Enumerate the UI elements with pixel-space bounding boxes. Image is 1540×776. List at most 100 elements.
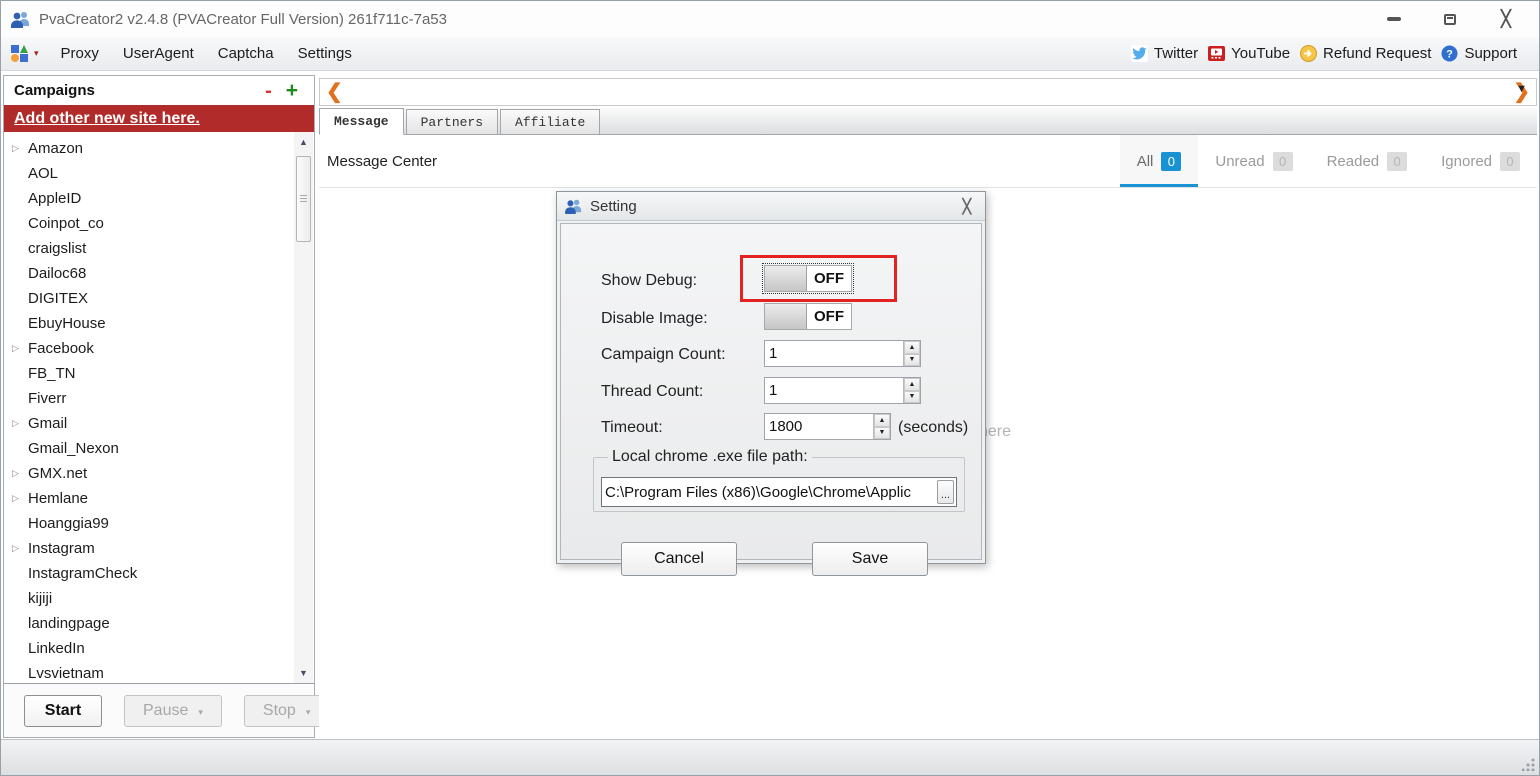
campaign-item-appleid[interactable]: ▷AppleID <box>4 186 294 211</box>
spin-up-icon[interactable]: ▲ <box>904 341 920 354</box>
campaign-list-scrollbar[interactable]: ▲ ▼ <box>294 132 313 683</box>
support-icon: ? <box>1441 45 1458 62</box>
expand-arrow-icon[interactable]: ▷ <box>12 418 28 429</box>
spin-down-icon[interactable]: ▼ <box>874 427 890 440</box>
timeout-input[interactable] <box>765 414 873 439</box>
campaign-item-instagramcheck[interactable]: ▷InstagramCheck <box>4 561 294 586</box>
thread-count-input[interactable] <box>765 378 903 403</box>
expand-arrow-icon[interactable]: ▷ <box>12 493 28 504</box>
nav-back-icon[interactable]: ❮ <box>326 82 343 102</box>
count-badge: 0 <box>1161 152 1181 171</box>
disable-image-toggle[interactable]: OFF <box>764 303 852 330</box>
scrollbar-thumb[interactable] <box>296 156 311 242</box>
show-debug-toggle[interactable]: OFF <box>764 265 852 292</box>
campaign-item-facebook[interactable]: ▷Facebook <box>4 336 294 361</box>
thread-count-label: Thread Count: <box>601 383 703 401</box>
add-campaign-button[interactable]: + <box>280 82 304 100</box>
expand-arrow-icon[interactable]: ▷ <box>12 143 28 154</box>
apps-grid-icon[interactable] <box>11 45 28 62</box>
campaign-item-aol[interactable]: ▷AOL <box>4 161 294 186</box>
filter-all[interactable]: All0 <box>1120 135 1199 187</box>
menu-bar: ▾ ProxyUserAgentCaptchaSettings Twitter Y… <box>1 37 1539 71</box>
expand-arrow-icon[interactable]: ▷ <box>12 343 28 354</box>
campaign-item-amazon[interactable]: ▷Amazon <box>4 136 294 161</box>
campaign-item-landingpage[interactable]: ▷landingpage <box>4 611 294 636</box>
menu-item-useragent[interactable]: UserAgent <box>111 45 206 62</box>
filter-readed[interactable]: Readed0 <box>1310 135 1425 187</box>
resize-grip[interactable] <box>1522 758 1535 771</box>
apps-dropdown-icon[interactable]: ▾ <box>34 48 39 59</box>
add-site-banner[interactable]: Add other new site here. <box>4 105 314 132</box>
refund-icon <box>1300 45 1317 62</box>
campaign-item-gmx.net[interactable]: ▷GMX.net <box>4 461 294 486</box>
cancel-button[interactable]: Cancel <box>621 542 737 576</box>
campaign-item-linkedin[interactable]: ▷LinkedIn <box>4 636 294 661</box>
menu-link-twitter[interactable]: Twitter <box>1131 45 1198 62</box>
campaign-item-ebuyhouse[interactable]: ▷EbuyHouse <box>4 311 294 336</box>
setting-dialog-titlebar: Setting ╳ <box>557 192 985 221</box>
filter-ignored[interactable]: Ignored0 <box>1424 135 1537 187</box>
menu-link-youtube[interactable]: YouTube <box>1208 45 1290 62</box>
campaign-item-craigslist[interactable]: ▷craigslist <box>4 236 294 261</box>
count-badge: 0 <box>1387 152 1407 171</box>
restore-button[interactable] <box>1435 8 1465 30</box>
save-button[interactable]: Save <box>812 542 928 576</box>
app-window: PvaCreator2 v2.4.8 (PVACreator Full Vers… <box>0 0 1540 776</box>
tab-partners[interactable]: Partners <box>406 109 498 134</box>
browse-button[interactable]: ... <box>937 480 954 504</box>
count-badge: 0 <box>1500 152 1520 171</box>
scroll-up-icon[interactable]: ▲ <box>294 132 313 152</box>
setting-dialog-close-icon[interactable]: ╳ <box>957 198 977 215</box>
spin-up-icon[interactable]: ▲ <box>904 378 920 391</box>
count-badge: 0 <box>1273 152 1293 171</box>
scroll-down-icon[interactable]: ▼ <box>294 663 313 683</box>
timeout-suffix: (seconds) <box>898 419 968 437</box>
tab-message[interactable]: Message <box>319 108 404 135</box>
window-title: PvaCreator2 v2.4.8 (PVACreator Full Vers… <box>39 11 447 28</box>
close-icon: ╳ <box>1501 9 1511 29</box>
menu-item-captcha[interactable]: Captcha <box>206 45 286 62</box>
tab-affiliate[interactable]: Affiliate <box>500 109 600 134</box>
campaign-item-digitex[interactable]: ▷DIGITEX <box>4 286 294 311</box>
title-bar: PvaCreator2 v2.4.8 (PVACreator Full Vers… <box>1 1 1539 37</box>
menu-link-refund-request[interactable]: Refund Request <box>1300 45 1431 62</box>
spin-up-icon[interactable]: ▲ <box>874 414 890 427</box>
campaign-item-fb_tn[interactable]: ▷FB_TN <box>4 361 294 386</box>
close-button[interactable]: ╳ <box>1491 8 1521 30</box>
pause-button[interactable]: Pause▾ <box>124 695 222 727</box>
expand-arrow-icon[interactable]: ▷ <box>12 543 28 554</box>
campaign-item-gmail[interactable]: ▷Gmail <box>4 411 294 436</box>
campaign-item-coinpot_co[interactable]: ▷Coinpot_co <box>4 211 294 236</box>
timeout-spinner: ▲▼ <box>764 413 891 440</box>
navigation-toolbar: ❮ ❯ <box>319 78 1537 106</box>
campaign-item-instagram[interactable]: ▷Instagram <box>4 536 294 561</box>
campaign-item-kijiji[interactable]: ▷kijiji <box>4 586 294 611</box>
svg-text:?: ? <box>1447 49 1454 61</box>
show-debug-label: Show Debug: <box>601 272 697 290</box>
tab-overflow-icon[interactable]: ▼ <box>1516 83 1527 95</box>
tab-bar: MessagePartnersAffiliate <box>319 108 1537 135</box>
campaign-item-lvsvietnam[interactable]: ▷Lvsvietnam <box>4 661 294 683</box>
campaign-item-fiverr[interactable]: ▷Fiverr <box>4 386 294 411</box>
start-button[interactable]: Start <box>24 695 102 727</box>
remove-campaign-button[interactable]: - <box>257 82 280 100</box>
pause-dropdown-icon: ▾ <box>198 707 203 717</box>
chrome-path-input[interactable] <box>602 478 935 506</box>
campaign-item-hemlane[interactable]: ▷Hemlane <box>4 486 294 511</box>
menu-item-proxy[interactable]: Proxy <box>49 45 111 62</box>
minimize-button[interactable] <box>1379 8 1409 30</box>
expand-arrow-icon[interactable]: ▷ <box>12 468 28 479</box>
minimize-icon <box>1387 17 1401 21</box>
campaign-item-gmail_nexon[interactable]: ▷Gmail_Nexon <box>4 436 294 461</box>
menu-link-support[interactable]: ?Support <box>1441 45 1517 62</box>
stop-button[interactable]: Stop▾ <box>244 695 329 727</box>
filter-unread[interactable]: Unread0 <box>1198 135 1309 187</box>
spin-down-icon[interactable]: ▼ <box>904 354 920 367</box>
campaign-count-input[interactable] <box>765 341 903 366</box>
campaign-item-hoanggia99[interactable]: ▷Hoanggia99 <box>4 511 294 536</box>
twitter-icon <box>1131 45 1148 62</box>
campaign-item-dailoc68[interactable]: ▷Dailoc68 <box>4 261 294 286</box>
spin-down-icon[interactable]: ▼ <box>904 391 920 404</box>
menu-item-settings[interactable]: Settings <box>286 45 364 62</box>
timeout-label: Timeout: <box>601 419 663 437</box>
